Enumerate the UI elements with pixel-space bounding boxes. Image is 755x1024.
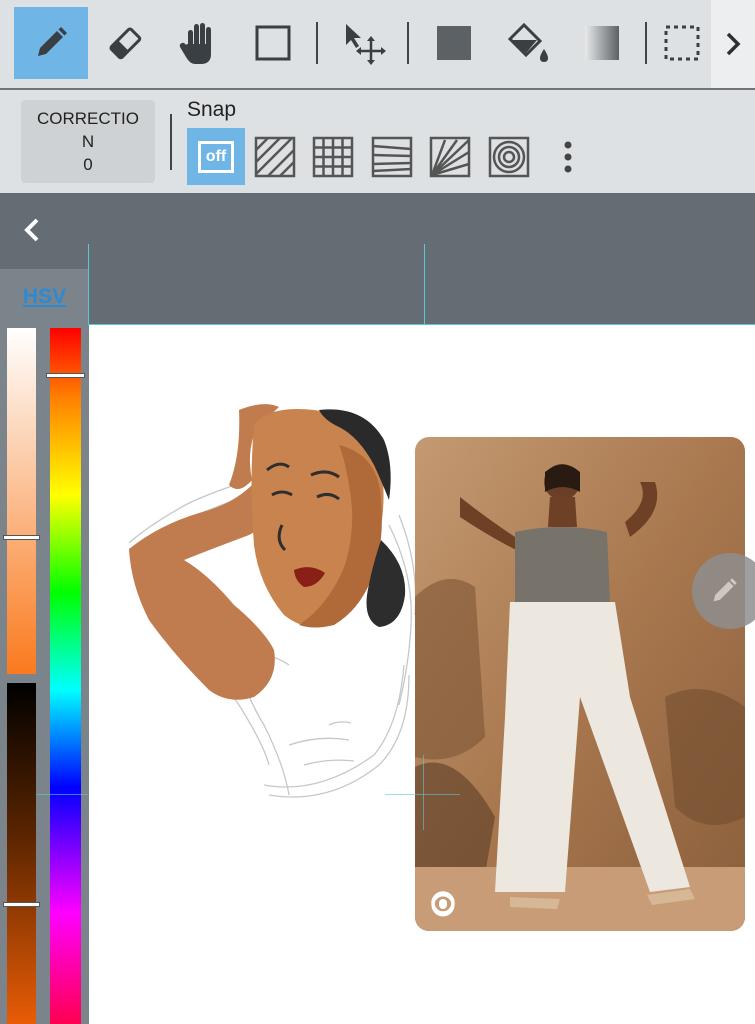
snap-separator — [170, 114, 172, 170]
saturation-slider[interactable] — [7, 328, 36, 674]
brightness-slider-handle[interactable] — [3, 902, 40, 907]
floating-pencil-circle — [692, 553, 755, 629]
snap-concentric-button[interactable] — [480, 128, 538, 185]
hsv-tab-label: HSV — [22, 285, 67, 308]
correction-value: 0 — [83, 155, 93, 174]
reference-target-button[interactable] — [431, 893, 455, 917]
guide-line-vertical — [424, 244, 425, 325]
color-picker-panel — [0, 325, 89, 1024]
brightness-slider[interactable] — [7, 683, 36, 1024]
dotted-selection-icon — [664, 25, 700, 61]
concentric-circles-icon — [488, 136, 530, 177]
correction-label-line2: N — [81, 132, 95, 151]
grid-icon — [312, 136, 354, 177]
toolbar-separator — [316, 22, 318, 64]
toolbar-scroll-right-button[interactable] — [711, 0, 755, 88]
radial-lines-icon — [429, 136, 471, 177]
move-arrows-icon — [346, 24, 386, 65]
pencil-icon — [38, 27, 67, 56]
snap-off-button[interactable]: off — [187, 128, 245, 185]
hsv-tab[interactable]: HSV — [0, 269, 89, 325]
bucket-tool-button[interactable] — [491, 7, 565, 79]
correction-label-line1: CORRECTIO — [37, 109, 139, 128]
toolbar-separator — [407, 22, 409, 64]
move-tool-button[interactable] — [327, 7, 401, 79]
snap-off-box: off — [198, 140, 234, 173]
saturation-slider-handle[interactable] — [3, 535, 40, 540]
rectangle-icon — [255, 25, 291, 61]
eraser-tool-button[interactable] — [88, 7, 162, 79]
snap-more-button[interactable] — [556, 140, 580, 174]
correction-button[interactable]: CORRECTIO N 0 — [21, 100, 155, 183]
selection-tool-button[interactable] — [653, 7, 711, 79]
main-toolbar — [0, 0, 755, 90]
floating-pencil-button[interactable] — [692, 553, 755, 629]
panel-back-button[interactable] — [22, 215, 42, 250]
reference-photo — [415, 437, 745, 931]
eraser-icon — [109, 27, 142, 60]
gradient-icon — [585, 26, 619, 60]
guide-line-vertical — [423, 755, 424, 830]
chevron-right-icon — [726, 32, 741, 56]
pencil-tool-button[interactable] — [14, 7, 88, 79]
snap-perspective-button[interactable] — [363, 128, 421, 185]
chevron-left-icon — [24, 218, 39, 242]
target-icon — [431, 893, 455, 917]
hand-icon — [179, 23, 211, 64]
guide-line-horizontal — [36, 794, 88, 795]
guide-line-vertical — [88, 244, 89, 325]
perspective-lines-icon — [371, 136, 413, 177]
snap-parallel-button[interactable] — [246, 128, 304, 185]
snap-off-label: off — [205, 147, 227, 165]
snap-bar: CORRECTIO N 0 Snap off — [0, 90, 755, 193]
snap-grid-button[interactable] — [304, 128, 362, 185]
parallel-lines-icon — [254, 136, 296, 177]
snap-label: Snap — [187, 98, 237, 121]
vertical-dots-icon — [564, 141, 572, 173]
hue-slider-handle[interactable] — [46, 373, 85, 378]
layer-panel: HSV — [0, 193, 755, 325]
filled-square-icon — [437, 26, 471, 60]
paint-bucket-icon — [507, 22, 548, 62]
reference-image[interactable] — [415, 437, 745, 931]
hand-tool-button[interactable] — [162, 7, 236, 79]
toolbar-separator — [645, 22, 647, 64]
hue-slider[interactable] — [50, 328, 81, 1024]
rectangle-tool-button[interactable] — [236, 7, 310, 79]
gradient-tool-button[interactable] — [565, 7, 639, 79]
fill-color-tool-button[interactable] — [417, 7, 491, 79]
snap-radial-button[interactable] — [421, 128, 479, 185]
pencil-icon — [713, 578, 737, 602]
